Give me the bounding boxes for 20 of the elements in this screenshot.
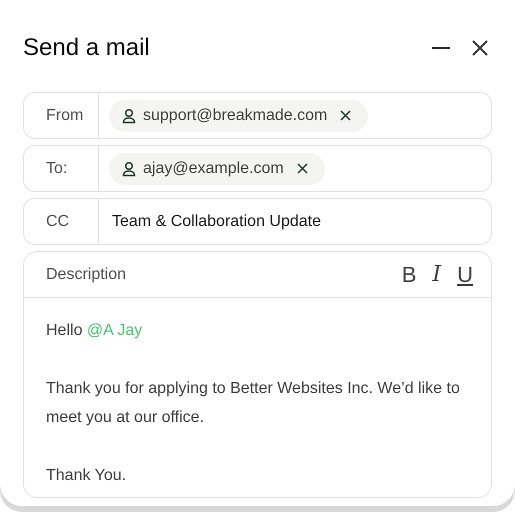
message-paragraph: Thank You.: [46, 466, 128, 486]
italic-button[interactable]: I: [432, 264, 442, 286]
underline-button[interactable]: U: [457, 264, 473, 286]
subject-text: Team & Collaboration Update: [111, 212, 322, 232]
person-icon: [122, 160, 136, 176]
message-paragraph: Thank you for applying to Better Websites Inc. We’d like to meet you at our office.: [46, 379, 461, 428]
description-label: Description: [46, 264, 126, 284]
field-label: From: [46, 106, 84, 126]
recipient-chip[interactable]: support@breakmade.com: [109, 100, 368, 132]
window-title: Send a mail: [23, 33, 150, 63]
minimize-icon[interactable]: [431, 46, 451, 50]
remove-icon[interactable]: [296, 163, 308, 174]
message-paragraph: Hello @A Jay: [46, 321, 144, 341]
field-label: CC: [46, 212, 70, 232]
person-icon: [122, 108, 136, 124]
remove-icon[interactable]: [340, 110, 352, 121]
field-label: To:: [46, 158, 68, 178]
close-icon[interactable]: [471, 39, 489, 57]
bold-button[interactable]: B: [402, 264, 416, 286]
recipient-chip[interactable]: ajay@example.com: [109, 152, 325, 184]
